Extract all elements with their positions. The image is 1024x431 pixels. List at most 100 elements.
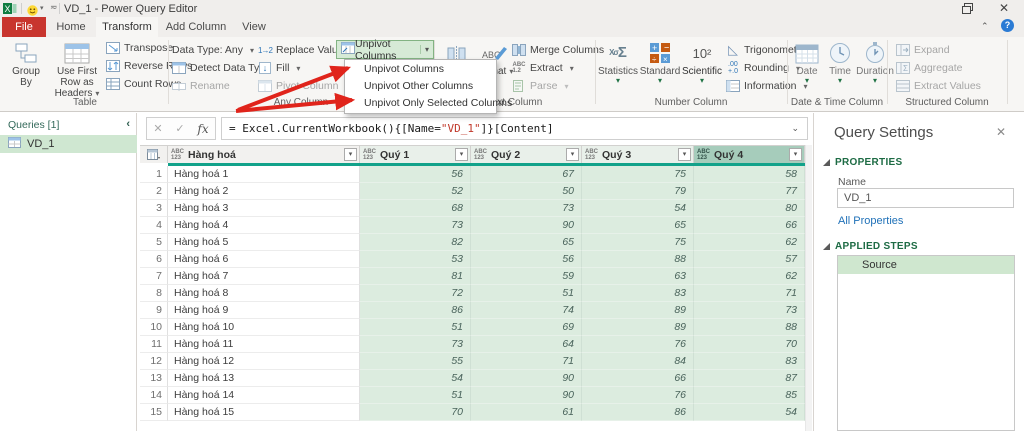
cell-quy-3[interactable]: 54 — [582, 200, 694, 217]
cell-hang-hoa[interactable]: Hàng hoá 11 — [168, 336, 360, 353]
unpivot-columns-button[interactable]: Unpivot Columns — [336, 38, 434, 62]
filter-dropdown-icon[interactable] — [566, 148, 579, 161]
cell-quy-2[interactable]: 73 — [471, 200, 582, 217]
cell-quy-1[interactable]: 86 — [360, 302, 471, 319]
cell-quy-3[interactable]: 66 — [582, 370, 694, 387]
cell-quy-4[interactable]: 73 — [694, 302, 805, 319]
cell-quy-4[interactable]: 88 — [694, 319, 805, 336]
pivot-column-button[interactable]: Pivot Column — [258, 78, 338, 94]
cell-quy-2[interactable]: 59 — [471, 268, 582, 285]
cell-quy-2[interactable]: 67 — [471, 166, 582, 183]
filter-dropdown-icon[interactable] — [678, 148, 691, 161]
column-header-quy-3[interactable]: ABC 123 Quý 3 — [582, 145, 694, 163]
tab-add-column[interactable]: Add Column — [160, 17, 232, 37]
vertical-scrollbar[interactable] — [805, 145, 812, 431]
expand-formula-bar-icon[interactable] — [791, 123, 799, 134]
cell-quy-1[interactable]: 68 — [360, 200, 471, 217]
date-button[interactable]: Date — [792, 40, 822, 102]
cell-quy-1[interactable]: 51 — [360, 319, 471, 336]
query-list-item-selected[interactable]: VD_1 — [0, 135, 137, 153]
cell-hang-hoa[interactable]: Hàng hoá 14 — [168, 387, 360, 404]
filter-dropdown-icon[interactable] — [455, 148, 468, 161]
cell-quy-2[interactable]: 64 — [471, 336, 582, 353]
table-row[interactable]: 14 Hàng hoá 14 51 90 76 85 — [140, 387, 805, 404]
cell-quy-3[interactable]: 76 — [582, 336, 694, 353]
commit-formula-icon[interactable] — [175, 122, 184, 135]
standard-button[interactable]: + − ÷ × Standard — [640, 40, 680, 102]
cell-hang-hoa[interactable]: Hàng hoá 7 — [168, 268, 360, 285]
tab-home[interactable]: Home — [48, 17, 94, 37]
cell-quy-4[interactable]: 77 — [694, 183, 805, 200]
properties-section-header[interactable]: PROPERTIES — [823, 157, 902, 168]
merge-columns-button[interactable]: Merge Columns — [512, 42, 604, 58]
smiley-qat-icon[interactable] — [27, 3, 38, 16]
tab-file[interactable]: File — [2, 17, 46, 37]
cell-quy-4[interactable]: 80 — [694, 200, 805, 217]
filter-dropdown-icon[interactable] — [789, 148, 802, 161]
cell-quy-4[interactable]: 62 — [694, 268, 805, 285]
cell-quy-4[interactable]: 85 — [694, 387, 805, 404]
cell-quy-3[interactable]: 76 — [582, 387, 694, 404]
tab-transform[interactable]: Transform — [96, 17, 158, 37]
query-name-input[interactable]: VD_1 — [837, 188, 1014, 208]
fill-button[interactable]: Fill — [258, 60, 300, 76]
data-type-button[interactable]: Data Type: Any — [172, 42, 254, 58]
cell-quy-4[interactable]: 54 — [694, 404, 805, 421]
cell-quy-2[interactable]: 50 — [471, 183, 582, 200]
cell-quy-1[interactable]: 73 — [360, 336, 471, 353]
cell-quy-2[interactable]: 90 — [471, 387, 582, 404]
cell-hang-hoa[interactable]: Hàng hoá 13 — [168, 370, 360, 387]
cell-quy-3[interactable]: 83 — [582, 285, 694, 302]
cell-quy-1[interactable]: 56 — [360, 166, 471, 183]
rename-button[interactable]: Rename — [172, 78, 230, 94]
column-header-quy-1[interactable]: ABC 123 Quý 1 — [360, 145, 471, 163]
count-rows-button[interactable]: Count Rows — [106, 76, 181, 92]
cell-quy-3[interactable]: 89 — [582, 302, 694, 319]
aggregate-button[interactable]: Σ Aggregate — [896, 60, 962, 76]
cell-quy-4[interactable]: 57 — [694, 251, 805, 268]
use-first-row-button[interactable]: Use First Row as Headers — [48, 40, 106, 102]
extract-values-button[interactable]: Extract Values — [896, 78, 981, 94]
cell-quy-2[interactable]: 74 — [471, 302, 582, 319]
transpose-button[interactable]: Transpose — [106, 40, 173, 56]
cell-quy-1[interactable]: 73 — [360, 217, 471, 234]
cell-hang-hoa[interactable]: Hàng hoá 5 — [168, 234, 360, 251]
cell-quy-3[interactable]: 75 — [582, 166, 694, 183]
cell-hang-hoa[interactable]: Hàng hoá 8 — [168, 285, 360, 302]
cell-hang-hoa[interactable]: Hàng hoá 1 — [168, 166, 360, 183]
cell-quy-1[interactable]: 51 — [360, 387, 471, 404]
applied-steps-section-header[interactable]: APPLIED STEPS — [823, 241, 918, 252]
cell-quy-1[interactable]: 53 — [360, 251, 471, 268]
filter-dropdown-icon[interactable] — [344, 148, 357, 161]
unpivot-menu-item[interactable]: Unpivot Other Columns — [345, 78, 496, 95]
cell-quy-3[interactable]: 65 — [582, 217, 694, 234]
parse-button[interactable]: Parse — [512, 78, 568, 94]
unpivot-dropdown-caret-icon[interactable] — [419, 45, 433, 54]
table-row[interactable]: 15 Hàng hoá 15 70 61 86 54 — [140, 404, 805, 421]
all-properties-link[interactable]: All Properties — [838, 215, 903, 227]
fx-icon[interactable] — [197, 122, 208, 136]
rounding-button[interactable]: .00 +.0 Rounding — [726, 60, 800, 76]
cell-quy-2[interactable]: 56 — [471, 251, 582, 268]
cell-quy-1[interactable]: 72 — [360, 285, 471, 302]
cell-quy-2[interactable]: 61 — [471, 404, 582, 421]
close-settings-icon[interactable] — [996, 125, 1006, 139]
table-row[interactable]: 2 Hàng hoá 2 52 50 79 77 — [140, 183, 805, 200]
column-header-hang-hoa[interactable]: ABC 123 Hàng hoá — [168, 145, 360, 163]
cell-quy-2[interactable]: 65 — [471, 234, 582, 251]
cell-quy-2[interactable]: 71 — [471, 353, 582, 370]
collapse-ribbon-icon[interactable] — [981, 21, 989, 32]
cell-quy-4[interactable]: 70 — [694, 336, 805, 353]
tab-view[interactable]: View — [234, 17, 274, 37]
cell-quy-4[interactable]: 66 — [694, 217, 805, 234]
cell-quy-3[interactable]: 88 — [582, 251, 694, 268]
close-window-icon[interactable] — [999, 1, 1009, 15]
table-row[interactable]: 10 Hàng hoá 10 51 69 89 88 — [140, 319, 805, 336]
scientific-button[interactable]: Scientific — [681, 40, 723, 102]
cell-quy-3[interactable]: 79 — [582, 183, 694, 200]
customize-qat-icon[interactable] — [50, 2, 58, 13]
expand-button[interactable]: Expand — [896, 42, 950, 58]
table-row[interactable]: 8 Hàng hoá 8 72 51 83 71 — [140, 285, 805, 302]
cell-quy-1[interactable]: 55 — [360, 353, 471, 370]
table-row[interactable]: 4 Hàng hoá 4 73 90 65 66 — [140, 217, 805, 234]
